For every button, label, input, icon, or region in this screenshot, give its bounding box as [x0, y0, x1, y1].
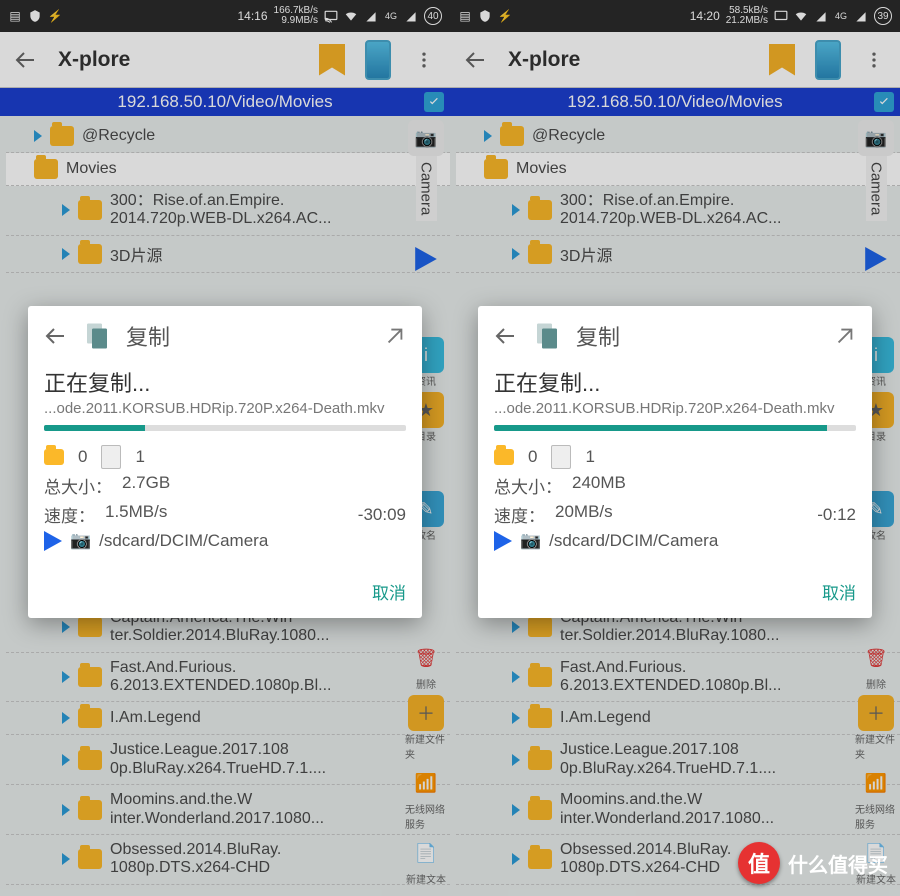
progress-fill [494, 425, 827, 431]
eta-value: -0:12 [817, 505, 856, 525]
copy-status: 正在复制... [44, 366, 406, 398]
speed-value: 20MB/s [555, 502, 613, 527]
file-icon [101, 445, 121, 469]
folder-icon [44, 449, 64, 465]
watermark-icon: 值 [738, 842, 780, 884]
copy-dialog: 复制 正在复制... ...ode.2011.KORSUB.HDRip.720P… [28, 306, 422, 618]
camera-icon: 📷 [520, 531, 541, 551]
copy-filename: ...ode.2011.KORSUB.HDRip.720P.x264-Death… [494, 400, 856, 417]
dialog-back-icon[interactable] [44, 324, 68, 348]
screen-left: ▤ ⚡ 14:16 166.7kB/s9.9MB/s ◢ 4G ◢ 40 X-p… [0, 0, 450, 896]
watermark-text: 什么值得买 [788, 849, 888, 878]
size-label: 总大小： [44, 473, 112, 498]
speed-label: 速度： [44, 502, 95, 527]
dialog-arrow-icon[interactable] [384, 325, 406, 347]
copy-dialog: 复制 正在复制... ...ode.2011.KORSUB.HDRip.720P… [478, 306, 872, 618]
folder-count: 0 [78, 447, 87, 467]
camera-icon: 📷 [70, 531, 91, 551]
eta-value: -30:09 [358, 505, 406, 525]
dest-path: /sdcard/DCIM/Camera [549, 531, 718, 551]
speed-value: 1.5MB/s [105, 502, 167, 527]
dialog-back-icon[interactable] [494, 324, 518, 348]
watermark: 值 什么值得买 [738, 842, 888, 884]
cancel-button[interactable]: 取消 [822, 579, 856, 604]
size-label: 总大小： [494, 473, 562, 498]
file-icon [551, 445, 571, 469]
size-value: 2.7GB [122, 473, 170, 498]
dialog-arrow-icon[interactable] [834, 325, 856, 347]
folder-count: 0 [528, 447, 537, 467]
cancel-button[interactable]: 取消 [372, 579, 406, 604]
progress-fill [44, 425, 145, 431]
dest-arrow-icon [494, 531, 512, 551]
file-count: 1 [135, 447, 144, 467]
copy-icon [532, 321, 562, 351]
copy-status: 正在复制... [494, 366, 856, 398]
copy-icon [82, 321, 112, 351]
progress-bar [494, 425, 856, 431]
folder-icon [494, 449, 514, 465]
dest-path: /sdcard/DCIM/Camera [99, 531, 268, 551]
screen-right: ▤ ⚡ 14:20 58.5kB/s21.2MB/s ◢ 4G ◢ 39 X-p… [450, 0, 900, 896]
size-value: 240MB [572, 473, 626, 498]
dialog-title: 复制 [576, 320, 820, 352]
file-count: 1 [585, 447, 594, 467]
progress-bar [44, 425, 406, 431]
copy-filename: ...ode.2011.KORSUB.HDRip.720P.x264-Death… [44, 400, 406, 417]
dialog-title: 复制 [126, 320, 370, 352]
speed-label: 速度： [494, 502, 545, 527]
dest-arrow-icon [44, 531, 62, 551]
